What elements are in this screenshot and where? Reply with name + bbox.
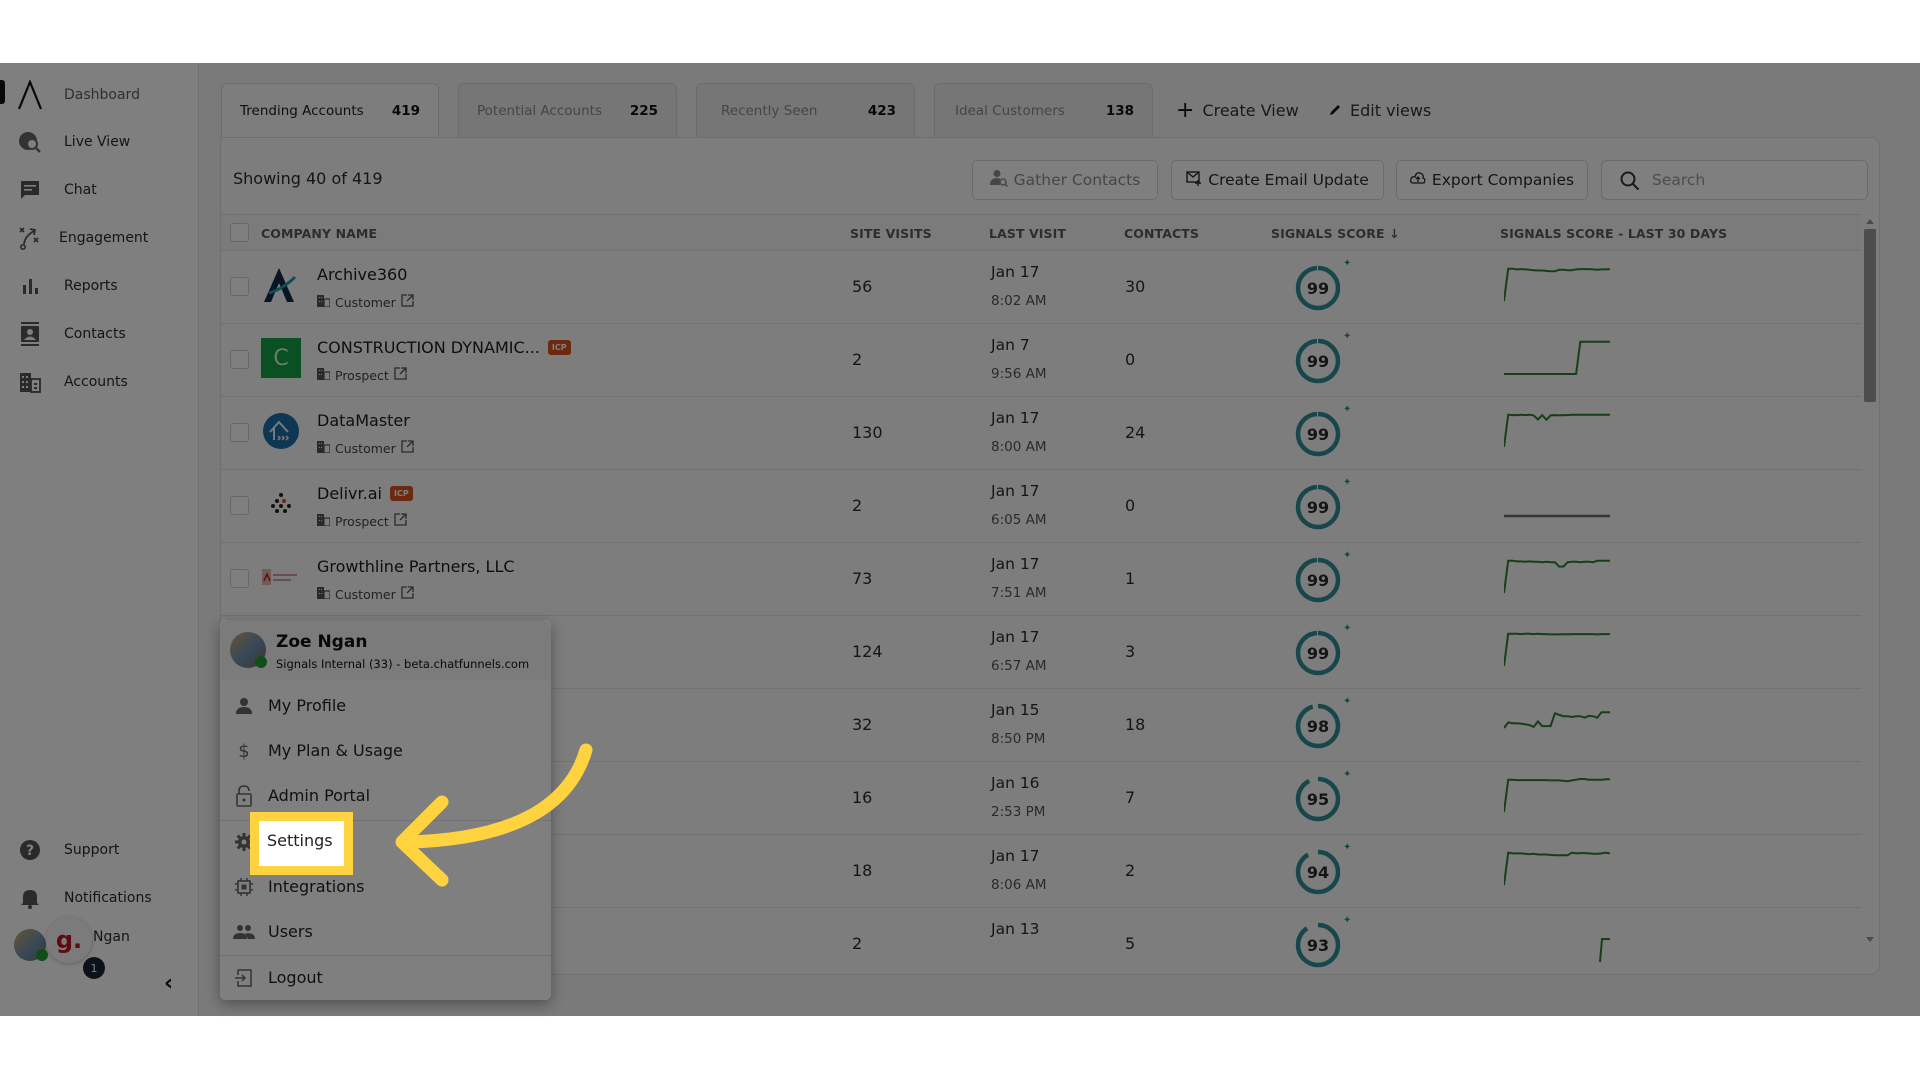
settings-highlight[interactable]: Settings — [250, 812, 353, 875]
annotation-arrow-icon — [395, 743, 593, 887]
settings-highlight-label: Settings — [267, 831, 333, 850]
